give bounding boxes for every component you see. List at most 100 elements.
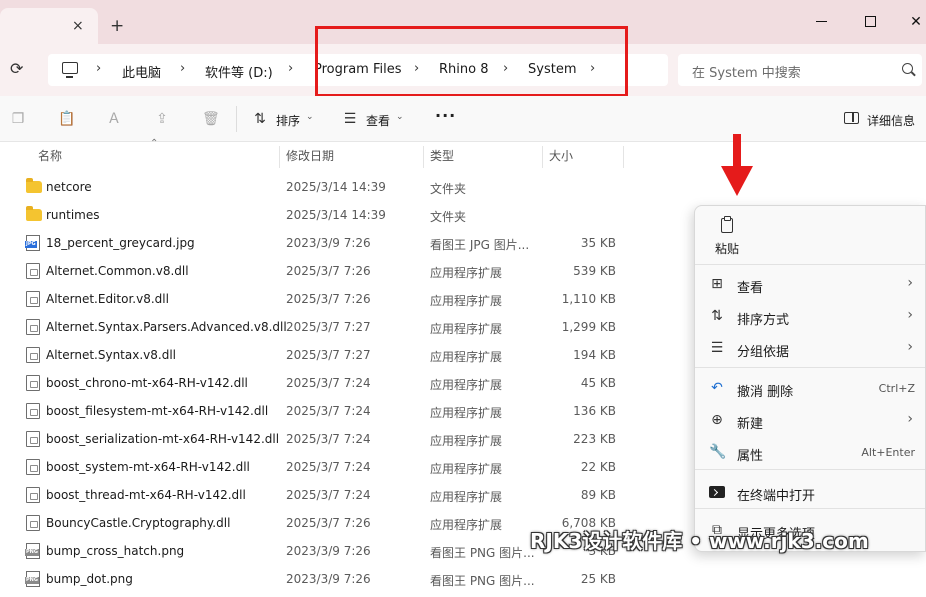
file-size: 1,110 KB: [540, 292, 616, 306]
table-row[interactable]: BouncyCastle.Cryptography.dll2025/3/7 7:…: [0, 509, 700, 537]
table-row[interactable]: Alternet.Syntax.Parsers.Advanced.v8.dll2…: [0, 313, 700, 341]
menu-item[interactable]: ⧉显示更多选项: [695, 515, 925, 545]
column-header-name[interactable]: 名称: [38, 142, 62, 170]
sort-button[interactable]: 排序: [276, 112, 300, 129]
breadcrumb-separator[interactable]: ›: [180, 61, 185, 76]
dll-file-icon: [26, 347, 40, 363]
breadcrumb-separator[interactable]: ›: [503, 61, 508, 76]
table-row[interactable]: boost_system-mt-x64-RH-v142.dll2025/3/7 …: [0, 453, 700, 481]
menu-item[interactable]: ↶撤消 删除Ctrl+Z: [695, 373, 925, 403]
details-button[interactable]: 详细信息: [867, 112, 915, 129]
menu-item[interactable]: 🔧属性Alt+Enter: [695, 437, 925, 467]
file-type: 应用程序扩展: [430, 404, 502, 421]
minimize-icon[interactable]: [812, 12, 832, 32]
breadcrumb-separator[interactable]: ›: [288, 61, 293, 76]
column-header-type[interactable]: 类型: [430, 142, 454, 170]
chevron-down-icon[interactable]: ⌄: [396, 112, 404, 122]
file-type: 应用程序扩展: [430, 432, 502, 449]
file-date: 2023/3/9 7:26: [286, 236, 371, 250]
chevron-right-icon: ›: [907, 307, 913, 323]
breadcrumb-this-pc[interactable]: 此电脑: [122, 62, 161, 81]
column-divider[interactable]: [279, 146, 280, 168]
dll-file-icon: [26, 431, 40, 447]
column-divider[interactable]: [623, 146, 624, 168]
file-date: 2025/3/7 7:24: [286, 376, 371, 390]
close-icon[interactable]: ✕: [906, 12, 926, 32]
file-size: 136 KB: [540, 404, 616, 418]
search-input[interactable]: 在 System 中搜索: [678, 54, 922, 86]
column-header-date[interactable]: 修改日期: [286, 142, 334, 170]
menu-paste-button[interactable]: 粘贴: [715, 240, 739, 257]
explorer-tab[interactable]: ×: [0, 8, 98, 44]
table-row[interactable]: boost_thread-mt-x64-RH-v142.dll2025/3/7 …: [0, 481, 700, 509]
wrench-icon: 🔧: [709, 444, 725, 460]
column-header-size[interactable]: 大小: [549, 142, 573, 170]
chevron-right-icon: ›: [907, 411, 913, 427]
refresh-icon[interactable]: ⟳: [10, 60, 28, 78]
breadcrumb-drive-d[interactable]: 软件等 (D:): [205, 62, 273, 81]
table-row[interactable]: PNGbump_cross_hatch.png2023/3/9 7:26看图王 …: [0, 537, 700, 565]
table-row[interactable]: runtimes2025/3/14 14:39文件夹: [0, 201, 700, 229]
column-divider[interactable]: [542, 146, 543, 168]
file-size: 89 KB: [540, 488, 616, 502]
chevron-down-icon[interactable]: ⌄: [306, 112, 314, 122]
table-row[interactable]: boost_filesystem-mt-x64-RH-v142.dll2025/…: [0, 397, 700, 425]
file-type: 文件夹: [430, 180, 466, 197]
menu-item[interactable]: ☰分组依据›: [695, 333, 925, 363]
column-divider[interactable]: [423, 146, 424, 168]
file-name: 18_percent_greycard.jpg: [46, 236, 195, 250]
breadcrumb-program-files[interactable]: Program Files: [314, 62, 402, 77]
breadcrumb-separator[interactable]: ›: [590, 61, 595, 76]
file-type: 看图王 JPG 图片...: [430, 236, 529, 253]
menu-item-label: 排序方式: [737, 309, 789, 328]
menu-item[interactable]: ⊞查看›: [695, 269, 925, 299]
file-name: Alternet.Syntax.Parsers.Advanced.v8.dll: [46, 320, 287, 334]
address-bar[interactable]: › 此电脑 › 软件等 (D:) › Program Files › Rhino…: [48, 54, 668, 86]
search-placeholder: 在 System 中搜索: [692, 62, 801, 81]
maximize-icon[interactable]: [860, 12, 880, 32]
paste-icon[interactable]: 📋: [58, 111, 74, 127]
file-size: 6,708 KB: [540, 516, 616, 530]
more-options-icon[interactable]: ···: [435, 106, 456, 125]
table-row[interactable]: JPG18_percent_greycard.jpg2023/3/9 7:26看…: [0, 229, 700, 257]
breadcrumb-separator[interactable]: ›: [414, 61, 419, 76]
menu-item[interactable]: 在终端中打开: [695, 477, 925, 507]
breadcrumb-separator[interactable]: ›: [96, 61, 101, 76]
copy-icon[interactable]: ❐: [10, 111, 26, 127]
sort-icon[interactable]: ⇅: [252, 111, 268, 127]
breadcrumb-system[interactable]: System: [528, 62, 576, 77]
computer-icon[interactable]: [62, 62, 78, 74]
menu-item[interactable]: ⊕新建›: [695, 405, 925, 435]
menu-item[interactable]: ⇅排序方式›: [695, 301, 925, 331]
share-icon[interactable]: ⇪: [154, 111, 170, 127]
details-pane-icon[interactable]: [844, 112, 859, 124]
file-date: 2025/3/7 7:26: [286, 292, 371, 306]
delete-icon[interactable]: 🗑: [202, 111, 218, 127]
file-type: 应用程序扩展: [430, 320, 502, 337]
search-icon[interactable]: [902, 63, 913, 74]
table-row[interactable]: boost_serialization-mt-x64-RH-v142.dll20…: [0, 425, 700, 453]
folder-icon: [26, 181, 42, 193]
menu-item-label: 显示更多选项: [737, 523, 815, 542]
file-date: 2025/3/7 7:26: [286, 264, 371, 278]
rename-icon[interactable]: Ａ: [106, 111, 122, 127]
view-button[interactable]: 查看: [366, 112, 390, 129]
file-name: BouncyCastle.Cryptography.dll: [46, 516, 230, 530]
table-row[interactable]: PNGbump_dot.png2023/3/9 7:26看图王 PNG 图片..…: [0, 565, 700, 593]
file-size: 223 KB: [540, 432, 616, 446]
menu-divider: [695, 508, 925, 509]
table-row[interactable]: Alternet.Syntax.v8.dll2025/3/7 7:27应用程序扩…: [0, 341, 700, 369]
breadcrumb-rhino-8[interactable]: Rhino 8: [439, 62, 488, 77]
view-icon[interactable]: ☰: [342, 111, 358, 127]
table-row[interactable]: Alternet.Common.v8.dll2025/3/7 7:26应用程序扩…: [0, 257, 700, 285]
file-type-badge: PNG: [25, 577, 39, 584]
table-row[interactable]: Alternet.Editor.v8.dll2025/3/7 7:26应用程序扩…: [0, 285, 700, 313]
table-row[interactable]: netcore2025/3/14 14:39文件夹: [0, 173, 700, 201]
clipboard-paste-icon[interactable]: [721, 218, 733, 233]
file-size: 3 KB: [540, 544, 616, 558]
new-tab-icon[interactable]: +: [110, 18, 124, 35]
table-row[interactable]: boost_chrono-mt-x64-RH-v142.dll2025/3/7 …: [0, 369, 700, 397]
tab-close-icon[interactable]: ×: [72, 18, 84, 34]
context-menu: 粘贴 ⊞查看›⇅排序方式›☰分组依据›↶撤消 删除Ctrl+Z⊕新建›🔧属性Al…: [694, 205, 926, 552]
menu-shortcut: Alt+Enter: [861, 446, 915, 459]
